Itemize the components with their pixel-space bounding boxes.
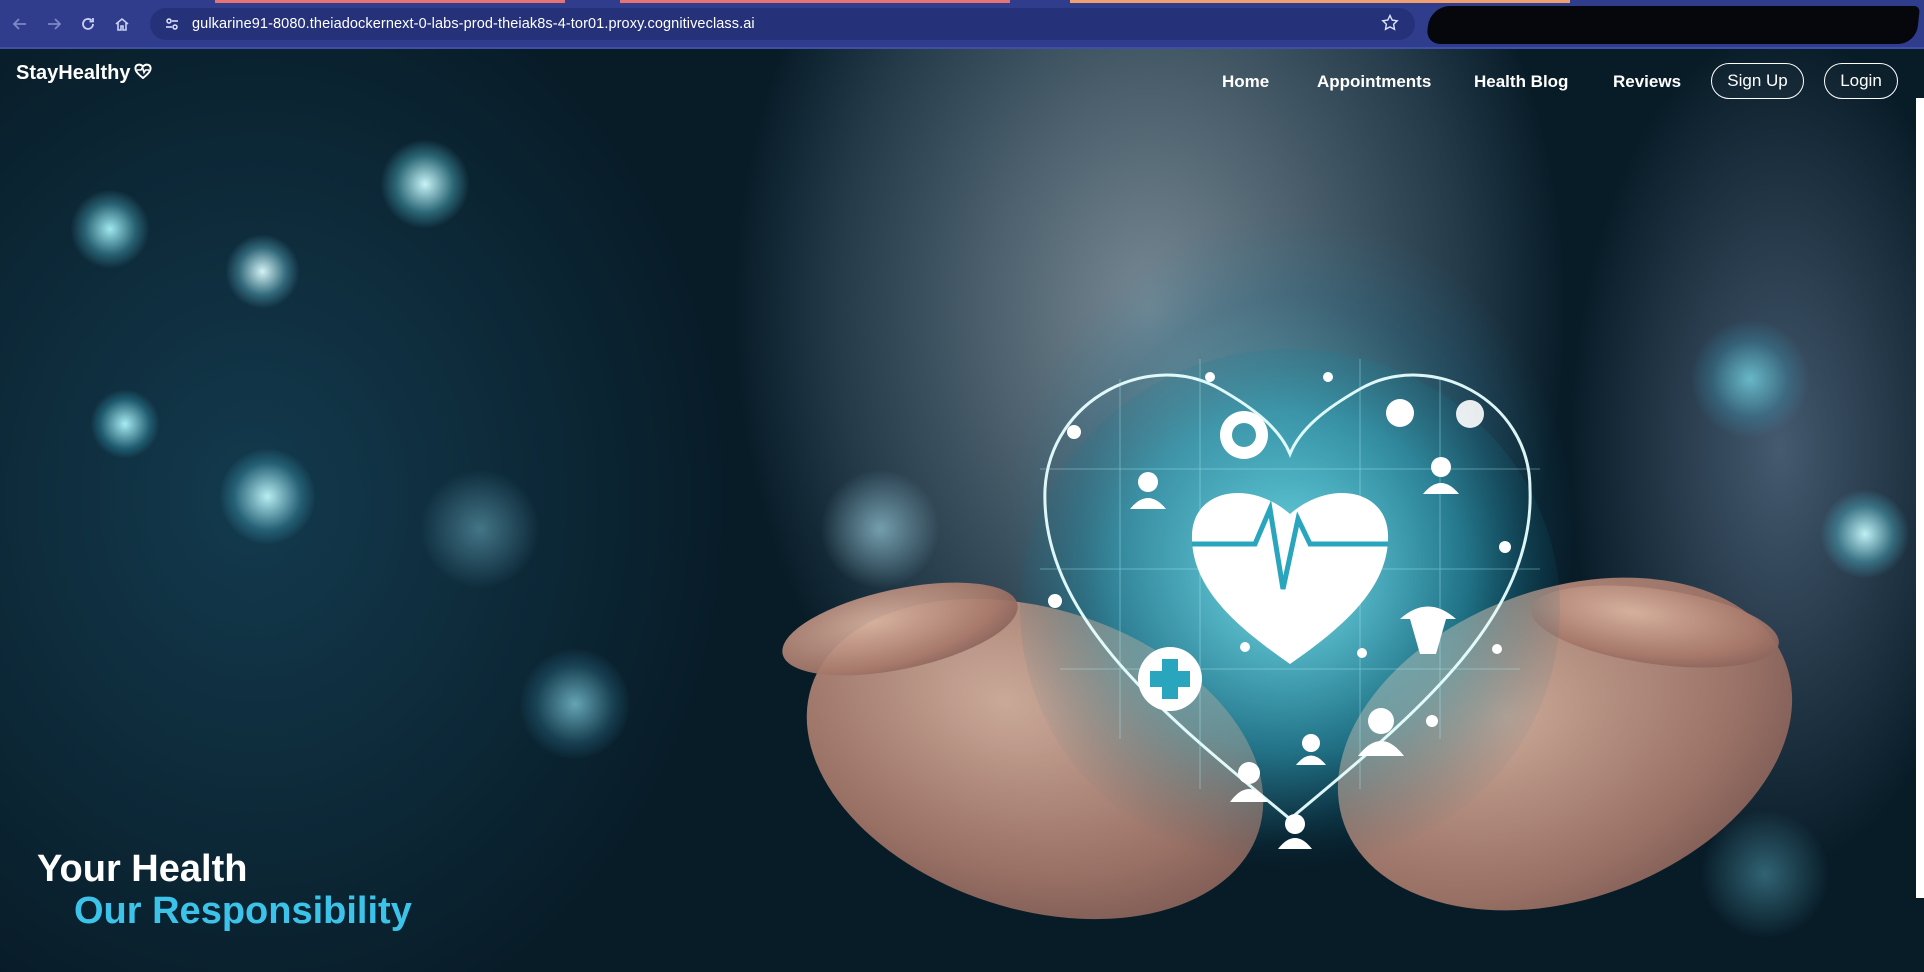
headline-line-1: Your Health [37, 848, 248, 890]
glowing-heart-illustration [1020, 349, 1560, 869]
sign-up-label: Sign Up [1727, 71, 1788, 90]
headline-line-2: Our Responsibility [74, 890, 412, 932]
bokeh-light [225, 234, 300, 309]
bokeh-light [420, 469, 540, 589]
brand-name[interactable]: StayHealthy [16, 62, 131, 85]
forward-icon[interactable] [40, 10, 68, 38]
bokeh-light [520, 649, 630, 759]
bokeh-light [220, 449, 315, 544]
reload-icon[interactable] [74, 10, 102, 38]
nav-link-appointments[interactable]: Appointments [1317, 72, 1431, 92]
back-icon[interactable] [6, 10, 34, 38]
bokeh-light [1820, 489, 1910, 579]
nav-link-health-blog[interactable]: Health Blog [1474, 72, 1568, 92]
page-edge [1916, 98, 1924, 898]
bookmark-star-icon[interactable] [1381, 13, 1399, 37]
bokeh-light [70, 189, 150, 269]
hero-background [0, 49, 1924, 972]
bokeh-light [1690, 319, 1810, 439]
nav-link-home[interactable]: Home [1222, 72, 1269, 92]
address-bar[interactable]: gulkarine91-8080.theiadockernext-0-labs-… [150, 8, 1415, 40]
url-text[interactable]: gulkarine91-8080.theiadockernext-0-labs-… [192, 16, 755, 32]
bokeh-light [820, 469, 940, 589]
site-settings-icon[interactable] [162, 14, 182, 34]
sign-up-button[interactable]: Sign Up [1711, 63, 1804, 99]
bokeh-light [90, 389, 160, 459]
redacted-area [1426, 6, 1920, 44]
bokeh-light [380, 139, 470, 229]
login-button[interactable]: Login [1824, 63, 1898, 99]
tab-strip [0, 0, 1924, 3]
hero-headline: Your Health Our Responsibility [37, 848, 412, 932]
heart-outline-icon [133, 62, 152, 85]
brand-logo[interactable]: StayHealthy [16, 62, 152, 85]
login-label: Login [1840, 71, 1882, 90]
home-icon[interactable] [108, 10, 136, 38]
browser-toolbar: gulkarine91-8080.theiadockernext-0-labs-… [0, 0, 1924, 49]
nav-link-reviews[interactable]: Reviews [1613, 72, 1681, 92]
